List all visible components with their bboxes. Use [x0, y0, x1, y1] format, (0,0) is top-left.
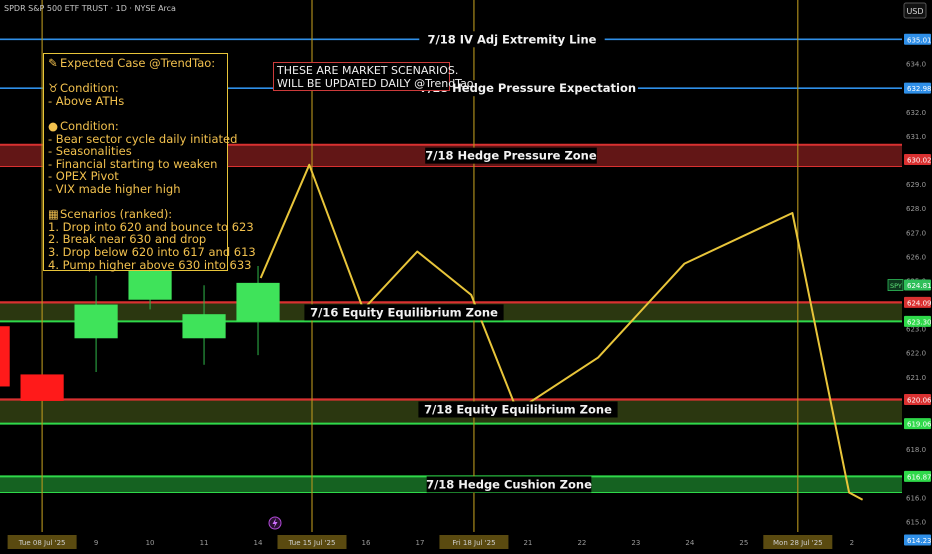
price-label: 614.23 [907, 537, 932, 545]
currency-label: USD [906, 7, 923, 16]
candle-up [74, 304, 118, 339]
price-tick: 629.0 [906, 181, 926, 189]
price-tick: 621.0 [906, 374, 926, 382]
time-tick: 23 [631, 539, 640, 547]
pencil-icon: ✎ [48, 56, 58, 70]
candle-down [0, 326, 10, 387]
note-line-1: THESE ARE MARKET SCENARIOS. [277, 64, 459, 77]
hedge-pressure-zone-label: 7/18 Hedge Pressure Zone [425, 149, 597, 163]
time-tick: 10 [146, 539, 155, 547]
time-tick: Tue 15 Jul '25 [288, 539, 336, 547]
time-tick: Fri 18 Jul '25 [452, 539, 495, 547]
market-scenarios-note: THESE ARE MARKET SCENARIOS. WILL BE UPDA… [273, 62, 474, 91]
calendar-icon: ▦ [48, 207, 59, 222]
price-label: 624.09 [907, 299, 932, 307]
time-tick: 11 [200, 539, 209, 547]
candle-up [128, 268, 172, 300]
price-tick: 631.0 [906, 133, 926, 141]
candle-up [236, 282, 280, 322]
price-label: 616.87 [907, 473, 932, 481]
price-label: 632.98 [907, 85, 932, 93]
bear-icon: ● [48, 118, 59, 133]
price-label: 620.06 [907, 396, 932, 404]
scenarios-title: ▦Scenarios (ranked): [48, 207, 173, 222]
price-tick: 616.0 [906, 494, 926, 502]
bear-item: - Seasonalities [48, 144, 132, 159]
trading-chart-window: 7/18 IV Adj Extremity Line 7/18 Hedge Pre… [0, 0, 932, 550]
time-tick: 14 [254, 539, 263, 547]
price-tick: 622.0 [906, 350, 926, 358]
bull-item: - Above ATHs [48, 93, 125, 108]
time-tick: Tue 08 Jul '25 [18, 539, 66, 547]
price-label: 630.02 [907, 157, 932, 165]
currency-button[interactable]: USD [903, 2, 927, 19]
bear-condition-title: ● Condition: [48, 118, 119, 133]
iv-extremity-line-label: 7/18 IV Adj Extremity Line [428, 32, 597, 46]
time-axis[interactable]: Tue 08 Jul '25 9 10 11 14 Tue 15 Jul '25 16 17 F… [0, 533, 902, 550]
time-tick: 21 [523, 539, 532, 547]
price-label: 619.06 [907, 421, 932, 429]
scenario-item: 4. Pump higher above 630 into 633 [48, 257, 252, 272]
symbol-tag: SPY [890, 282, 902, 290]
symbol-header[interactable]: SPDR S&P 500 ETF TRUST · 1D · NYSE Arca [4, 4, 176, 13]
candle-up [182, 314, 226, 339]
time-tick: 24 [685, 539, 694, 547]
expected-case-box: ✎ Expected Case @TrendTao: ♉ Condition: - … [43, 53, 256, 272]
time-tick: 2 [850, 539, 854, 547]
bear-item: - VIX made higher high [48, 181, 181, 196]
price-tick: 615.0 [906, 518, 926, 526]
hedge-cushion-zone-label: 7/18 Hedge Cushion Zone [426, 477, 592, 491]
equity-equilibrium-716-label: 7/16 Equity Equilibrium Zone [310, 305, 498, 319]
time-tick: 16 [362, 539, 371, 547]
time-tick: 17 [416, 539, 425, 547]
price-tick: 632.0 [906, 109, 926, 117]
price-tick: 627.0 [906, 229, 926, 237]
bull-icon: ♉ [48, 81, 59, 96]
price-label: 624.81 [907, 282, 932, 290]
note-line-2: WILL BE UPDATED DAILY @TrendTao [277, 77, 474, 90]
price-label: 635.01 [907, 36, 932, 44]
time-tick: 22 [577, 539, 586, 547]
bull-condition-title: ♉ Condition: [48, 81, 119, 96]
lightning-icon[interactable] [268, 516, 282, 530]
price-tick: 628.0 [906, 205, 926, 213]
price-label: 623.30 [907, 318, 932, 326]
time-tick: 25 [739, 539, 748, 547]
expected-case-title: ✎ Expected Case @TrendTao: [48, 56, 216, 70]
equity-equilibrium-718-label: 7/18 Equity Equilibrium Zone [424, 402, 612, 416]
price-tick: 626.0 [906, 253, 926, 261]
price-tick: 634.0 [906, 61, 926, 69]
price-axis-bg [902, 0, 932, 550]
time-tick: Mon 28 Jul '25 [773, 539, 823, 547]
price-tick: 618.0 [906, 446, 926, 454]
time-tick: 9 [94, 539, 98, 547]
candle-down [20, 374, 64, 401]
scenario-item: 3. Drop below 620 into 617 and 613 [48, 244, 256, 259]
